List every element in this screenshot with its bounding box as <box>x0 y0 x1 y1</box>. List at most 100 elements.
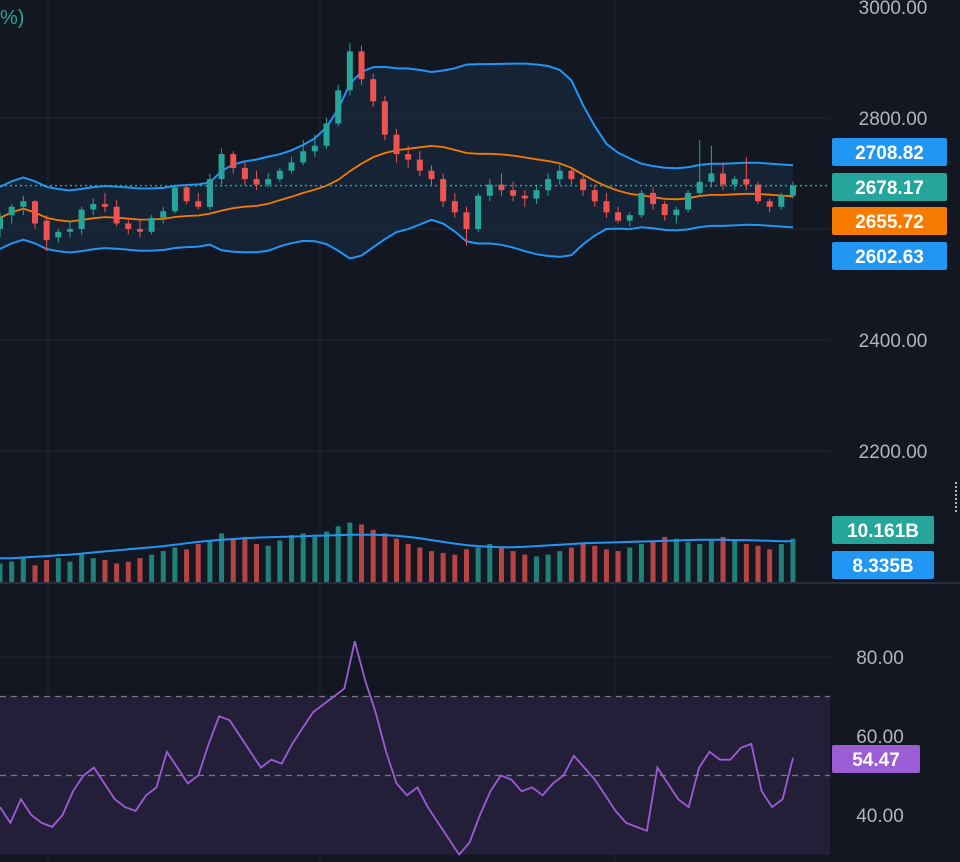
volume-bar <box>172 547 178 583</box>
candle-body <box>708 173 715 182</box>
volume-bar <box>9 561 15 583</box>
volume-bar <box>557 551 563 583</box>
bb-upper-badge: 2708.82 <box>855 143 924 164</box>
volume-bar <box>708 540 714 583</box>
candle-body <box>311 145 318 152</box>
candle-body <box>405 154 412 160</box>
candle-body <box>720 173 727 185</box>
volume-bar <box>790 538 796 583</box>
candle-body <box>323 123 330 146</box>
candle-body <box>673 209 680 216</box>
candle-body <box>510 190 517 196</box>
volume-bar <box>405 544 411 583</box>
volume-bar <box>417 547 423 583</box>
candle-body <box>440 179 447 202</box>
price-tick-label: 2200.00 <box>859 442 928 463</box>
volume-bar <box>778 544 784 583</box>
volume-bar <box>697 544 703 583</box>
candle-body <box>0 217 3 229</box>
volume-bar <box>452 554 458 583</box>
candle-body <box>276 170 283 180</box>
volume-bar <box>487 544 493 583</box>
candle-body <box>463 212 470 229</box>
volume-bar <box>428 551 434 583</box>
volume-bar <box>673 538 679 583</box>
candle-body <box>125 223 132 229</box>
candle-body <box>521 195 528 199</box>
candle-body <box>183 187 190 202</box>
volume-bar <box>79 554 85 583</box>
volume-bar <box>463 549 469 583</box>
bb-lower-badge: 2602.63 <box>855 247 924 268</box>
volume-bar <box>743 544 749 583</box>
candle-body <box>370 79 377 102</box>
candle-body <box>428 170 435 180</box>
candle-body <box>661 204 668 216</box>
volume-bar <box>533 556 539 583</box>
candle-body <box>171 187 178 212</box>
volume-bar <box>195 544 201 583</box>
candle-body <box>78 209 85 229</box>
volume-bar <box>300 533 306 583</box>
volume-bar <box>207 540 213 583</box>
candle-body <box>696 181 703 193</box>
volume-bar <box>755 545 761 583</box>
volume-bar <box>662 536 668 583</box>
volume-bar <box>289 535 295 583</box>
volume-bar <box>394 538 399 583</box>
volume-bar <box>498 547 504 583</box>
volume-bar <box>254 544 260 583</box>
volume-bar <box>242 536 248 583</box>
volume-bar <box>149 554 155 583</box>
candle-body <box>358 51 365 80</box>
candle-body <box>743 179 750 185</box>
volume-bar <box>627 547 633 583</box>
candle-body <box>101 204 108 207</box>
candle-body <box>160 211 167 218</box>
volume-last-badge: 10.161B <box>847 521 919 542</box>
volume-bar <box>184 549 190 583</box>
volume-bar <box>732 540 738 583</box>
candle-body <box>778 195 785 207</box>
volume-bar <box>568 547 574 583</box>
candle-body <box>230 154 237 168</box>
candle-body <box>755 184 762 202</box>
volume-bar <box>277 540 283 583</box>
candle-body <box>556 170 563 180</box>
candle-body <box>265 179 272 185</box>
volume-bar <box>265 545 271 583</box>
volume-bar <box>102 559 108 583</box>
candle-body <box>90 204 97 210</box>
volume-bar <box>44 559 50 583</box>
candle-body <box>393 134 400 155</box>
volume-bar <box>347 522 353 583</box>
rsi-tick-label: 60.00 <box>856 727 904 748</box>
candle-body <box>241 167 248 180</box>
volume-bar <box>67 561 73 583</box>
candle-body <box>8 206 15 216</box>
volume-bar <box>615 551 621 583</box>
candle-body <box>603 201 610 213</box>
volume-bar <box>720 536 726 583</box>
rsi-last-badge: 54.47 <box>852 750 900 771</box>
candle-body <box>381 101 388 135</box>
volume-bar <box>685 542 691 583</box>
chart-canvas: 3000.00 2800.00 2400.00 2200.00 80.00 60.00 40… <box>0 0 960 862</box>
volume-bar <box>603 549 609 583</box>
volume-bar <box>230 538 236 583</box>
volume-bar <box>650 540 656 583</box>
price-tick-label: 3000.00 <box>859 0 928 19</box>
volume-bar <box>20 558 26 583</box>
candle-body <box>113 206 120 224</box>
candle-body <box>300 151 307 163</box>
volume-bar <box>382 533 388 583</box>
candle-body <box>335 90 342 124</box>
volume-bar <box>638 544 644 583</box>
candle-body <box>206 179 213 207</box>
candle-body <box>475 195 482 229</box>
volume-ma-badge: 8.335B <box>852 556 913 577</box>
candle-body <box>288 162 295 171</box>
volume-bar <box>55 558 61 583</box>
candle-body <box>685 192 692 210</box>
bb-basis-badge: 2655.72 <box>855 212 924 233</box>
